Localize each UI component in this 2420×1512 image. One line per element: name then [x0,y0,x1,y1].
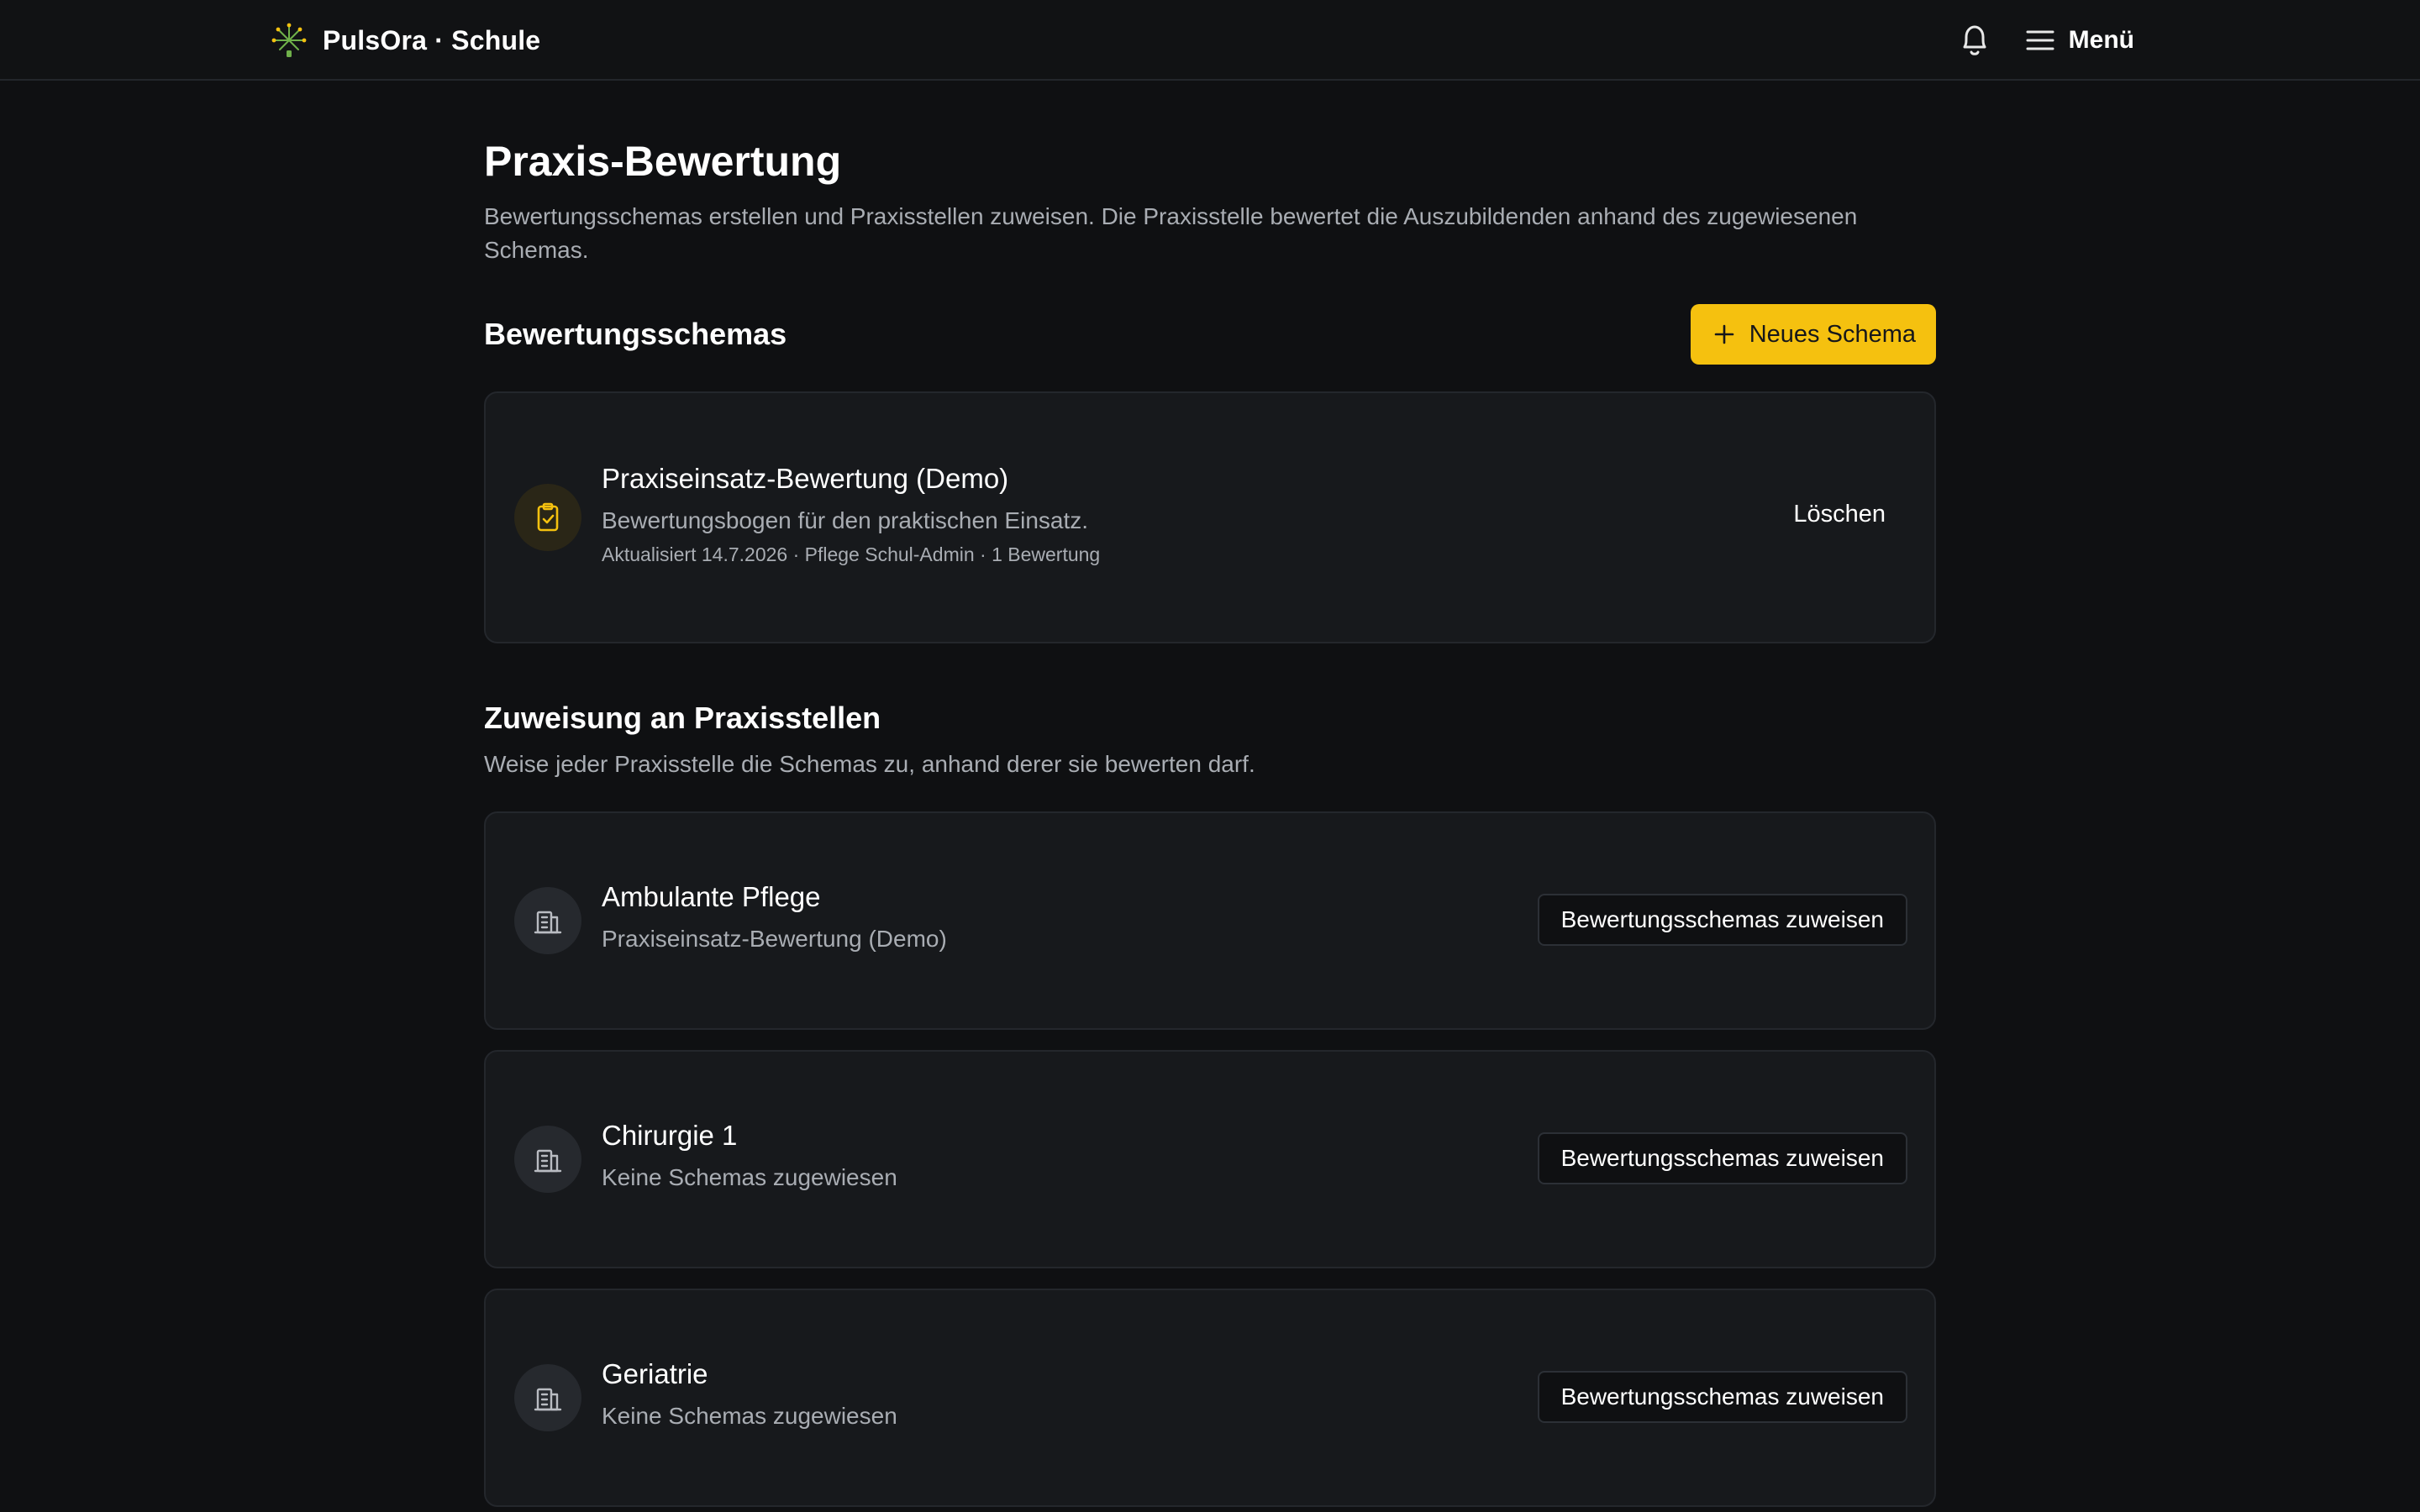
praxisstelle-title: Ambulante Pflege [602,881,821,912]
assign-schemas-button[interactable]: Bewertungsschemas zuweisen [1537,894,1907,946]
praxisstelle-subtitle: Keine Schemas zugewiesen [602,1164,897,1190]
assignment-section-title: Zuweisung an Praxisstellen [484,701,881,735]
praxisstelle-title: Geriatrie [602,1358,708,1389]
assign-schemas-button[interactable]: Bewertungsschemas zuweisen [1537,1132,1907,1184]
building-icon [534,1149,562,1173]
page-header: Praxis-Bewertung Bewertungsschemas erste… [484,134,1936,267]
hamburger-icon [2026,30,2054,50]
praxisstelle-title: Chirurgie 1 [602,1120,738,1151]
menu-label: Menü [2068,26,2134,54]
schema-card: Praxiseinsatz-Bewertung (Demo) Bewertung… [484,391,1936,643]
praxisstelle-card-ambulante-pflege: Ambulante Pflege Praxiseinsatz-Bewertung… [484,811,1936,1030]
praxisstelle-text: Chirurgie 1 Keine Schemas zugewiesen [602,1117,897,1194]
praxisstelle-subtitle: Keine Schemas zugewiesen [602,1403,897,1429]
praxisstelle-icon-wrap [514,1364,581,1431]
page-title: Praxis-Bewertung [484,138,842,185]
brand[interactable]: PulsOra · Schule [271,18,540,62]
bell-icon[interactable] [1958,22,1991,59]
schema-icon-wrap [514,484,581,551]
schema-description: Bewertungsbogen für den praktischen Eins… [602,507,1089,533]
praxisstelle-card-chirurgie-1: Chirurgie 1 Keine Schemas zugewiesen Bew… [484,1050,1936,1268]
schema-text: Praxiseinsatz-Bewertung (Demo) Bewertung… [602,460,1100,568]
brand-logo-icon [271,23,307,57]
praxisstelle-icon-wrap [514,887,581,954]
praxisstelle-card-geriatrie: Geriatrie Keine Schemas zugewiesen Bewer… [484,1289,1936,1507]
schemas-section-header: Bewertungsschemas Neues Schema [484,304,1936,365]
schemas-section-title: Bewertungsschemas [484,317,787,351]
clipboard-check-icon [537,502,559,532]
page-description: Bewertungsschemas erstellen und Praxisst… [484,203,1858,263]
brand-name: PulsOra · Schule [323,24,541,55]
menu-button[interactable]: Menü [2025,26,2134,55]
building-icon [534,911,562,934]
new-schema-button[interactable]: Neues Schema [1690,304,1936,365]
delete-schema-button[interactable]: Löschen [1793,501,1886,528]
assign-schemas-button[interactable]: Bewertungsschemas zuweisen [1537,1371,1907,1423]
top-bar: PulsOra · Schule Menü [0,0,2420,81]
praxisstelle-text: Ambulante Pflege Praxiseinsatz-Bewertung… [602,879,947,956]
building-icon [534,1388,562,1411]
new-schema-label: Neues Schema [1749,320,1916,348]
top-actions: Menü [1958,17,2134,64]
schema-meta: Aktualisiert 14.7.2026 · Pflege Schul-Ad… [602,543,1101,565]
schema-title[interactable]: Praxiseinsatz-Bewertung (Demo) [602,460,1100,497]
praxisstelle-text: Geriatrie Keine Schemas zugewiesen [602,1356,897,1433]
assignment-section-description: Weise jeder Praxisstelle die Schemas zu,… [484,751,1255,777]
praxisstelle-icon-wrap [514,1126,581,1193]
plus-icon [1714,324,1734,344]
praxisstelle-subtitle: Praxiseinsatz-Bewertung (Demo) [602,926,947,952]
